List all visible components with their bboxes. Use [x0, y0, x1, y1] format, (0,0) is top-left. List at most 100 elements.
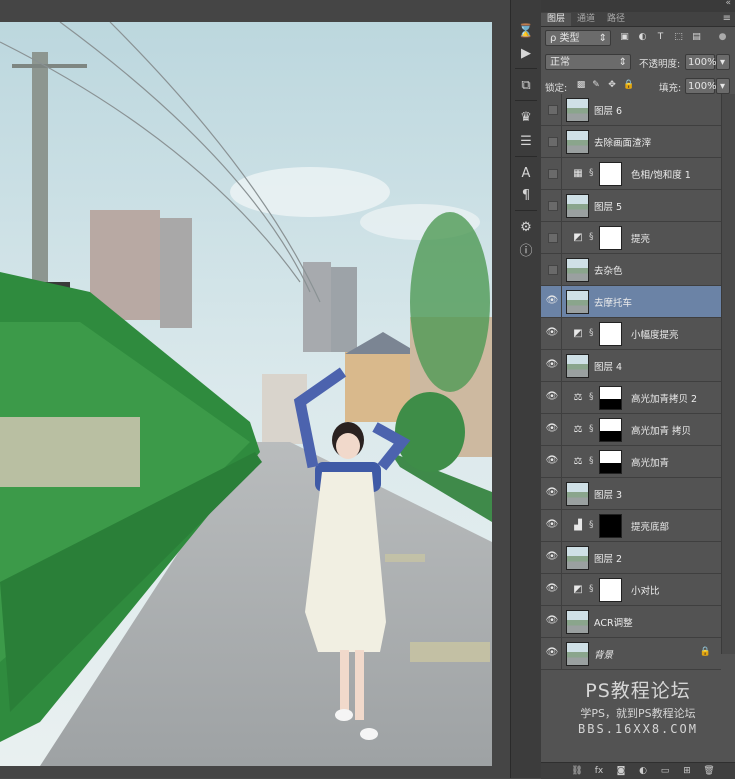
layer-row[interactable]: 👁 图层 2	[541, 542, 721, 574]
paragraph-icon[interactable]: ¶	[516, 186, 536, 206]
layer-row[interactable]: 👁 ◩ § 小对比	[541, 574, 721, 606]
layer-name[interactable]: 色相/饱和度 1	[631, 167, 691, 181]
hue-sat-icon[interactable]: ▦	[570, 166, 586, 182]
layer-name[interactable]: 图层 2	[594, 551, 622, 565]
layer-name[interactable]: 背景	[594, 647, 613, 661]
collapse-panel-icon[interactable]: «	[725, 0, 731, 8]
balance-icon[interactable]: ⚖	[570, 390, 586, 406]
layer-kind-filter[interactable]: ρ 类型 ⇕	[545, 30, 611, 46]
lock-position-icon[interactable]: ✥	[607, 80, 617, 91]
layer-thumbnail[interactable]	[566, 482, 589, 506]
chain-link-icon[interactable]: §	[589, 390, 597, 404]
layer-name[interactable]: 去杂色	[594, 263, 623, 277]
layer-row[interactable]: 👁 ◩ § 小幅度提亮	[541, 318, 721, 350]
chain-link-icon[interactable]: §	[589, 230, 597, 244]
layer-mask-thumbnail[interactable]	[599, 418, 622, 442]
curves-icon[interactable]: ◩	[570, 230, 586, 246]
layers-scrollbar[interactable]	[721, 94, 735, 654]
layer-row[interactable]: 👁 图层 3	[541, 478, 721, 510]
layer-thumbnail[interactable]	[566, 258, 589, 282]
chain-link-icon[interactable]: §	[589, 582, 597, 596]
layer-thumbnail[interactable]	[566, 610, 589, 634]
layer-name[interactable]: 提亮	[631, 231, 650, 245]
layer-row[interactable]: 👁 ⚖ § 高光加青	[541, 446, 721, 478]
eye-icon[interactable]: 👁	[545, 326, 559, 340]
play-action-icon[interactable]: ▶	[516, 44, 536, 64]
visibility-toggle-off[interactable]	[548, 169, 558, 179]
visibility-toggle-off[interactable]	[548, 265, 558, 275]
layer-row[interactable]: 去除画面渣滓	[541, 126, 721, 158]
chain-link-icon[interactable]: §	[589, 326, 597, 340]
panel-title-bar[interactable]: «	[541, 0, 735, 12]
eye-icon[interactable]: 👁	[545, 294, 559, 308]
layer-thumbnail[interactable]	[566, 546, 589, 570]
layer-row[interactable]: 图层 5	[541, 190, 721, 222]
layer-name[interactable]: 小幅度提亮	[631, 327, 679, 341]
layer-mask-thumbnail[interactable]	[599, 450, 622, 474]
eye-icon[interactable]: 👁	[545, 550, 559, 564]
layer-thumbnail[interactable]	[566, 130, 589, 154]
balance-icon[interactable]: ⚖	[570, 454, 586, 470]
lock-all-icon[interactable]: 🔒	[623, 80, 634, 91]
chain-link-icon[interactable]: §	[589, 454, 597, 468]
smart-object-filter-icon[interactable]: ▤	[691, 32, 702, 43]
eye-icon[interactable]: 👁	[545, 582, 559, 596]
layer-style-icon[interactable]: fx	[593, 765, 605, 777]
shape-filter-icon[interactable]: ⬚	[673, 32, 684, 43]
filter-toggle-icon[interactable]: ●	[717, 32, 728, 43]
layer-row[interactable]: 👁 ▟ § 提亮底部	[541, 510, 721, 542]
levels-icon[interactable]: ▟	[570, 518, 586, 534]
chain-link-icon[interactable]: §	[589, 518, 597, 532]
layer-thumbnail[interactable]	[566, 290, 589, 314]
layer-name[interactable]: 高光加青	[631, 455, 669, 469]
photo-canvas[interactable]	[0, 22, 492, 766]
info-icon[interactable]: ⓘ	[516, 242, 536, 262]
layer-name[interactable]: 图层 4	[594, 359, 622, 373]
opacity-field[interactable]: 100%	[685, 54, 717, 70]
curves-icon[interactable]: ◩	[570, 326, 586, 342]
opacity-dropdown[interactable]: ▾	[716, 54, 730, 70]
eye-icon[interactable]: 👁	[545, 454, 559, 468]
layer-mask-thumbnail[interactable]	[599, 162, 622, 186]
layer-name[interactable]: 高光加青拷贝 2	[631, 391, 697, 405]
eye-icon[interactable]: 👁	[545, 518, 559, 532]
layer-mask-thumbnail[interactable]	[599, 514, 622, 538]
eye-icon[interactable]: 👁	[545, 390, 559, 404]
layer-row[interactable]: 👁 背景 🔒	[541, 638, 721, 670]
fill-field[interactable]: 100%	[685, 78, 717, 94]
history-icon[interactable]: ⌛	[516, 22, 536, 42]
pixel-filter-icon[interactable]: ▣	[619, 32, 630, 43]
eye-icon[interactable]: 👁	[545, 646, 559, 660]
delete-layer-icon[interactable]: 🗑	[703, 765, 715, 777]
layer-mask-thumbnail[interactable]	[599, 226, 622, 250]
clone-source-icon[interactable]: ⧉	[516, 76, 536, 96]
new-group-icon[interactable]: ▭	[659, 765, 671, 777]
layer-thumbnail[interactable]	[566, 642, 589, 666]
eye-icon[interactable]: 👁	[545, 486, 559, 500]
adjustments-icon[interactable]: ☰	[516, 132, 536, 152]
visibility-toggle-off[interactable]	[548, 201, 558, 211]
layer-name[interactable]: 图层 5	[594, 199, 622, 213]
layer-name[interactable]: 图层 6	[594, 103, 622, 117]
layer-row[interactable]: 图层 6	[541, 94, 721, 126]
tab-paths[interactable]: 路径	[601, 13, 631, 26]
eye-icon[interactable]: 👁	[545, 614, 559, 628]
layer-name[interactable]: 去摩托车	[594, 295, 632, 309]
visibility-toggle-off[interactable]	[548, 105, 558, 115]
properties-icon[interactable]: ⚙	[516, 218, 536, 238]
brush-preset-icon[interactable]: ♛	[516, 108, 536, 128]
lock-paint-icon[interactable]: ✎	[591, 80, 601, 91]
link-layers-icon[interactable]: ⛓	[571, 765, 583, 777]
lock-transparent-icon[interactable]: ▩	[576, 80, 586, 91]
new-adjustment-icon[interactable]: ◐	[637, 765, 649, 777]
visibility-toggle-off[interactable]	[548, 137, 558, 147]
tab-layers[interactable]: 图层	[541, 13, 572, 26]
eye-icon[interactable]: 👁	[545, 422, 559, 436]
layer-mask-thumbnail[interactable]	[599, 322, 622, 346]
layer-mask-thumbnail[interactable]	[599, 386, 622, 410]
layer-name[interactable]: 小对比	[631, 583, 660, 597]
layer-name[interactable]: 高光加青 拷贝	[631, 423, 691, 437]
balance-icon[interactable]: ⚖	[570, 422, 586, 438]
adjustment-filter-icon[interactable]: ◐	[637, 32, 648, 43]
layer-row[interactable]: 👁 ⚖ § 高光加青 拷贝	[541, 414, 721, 446]
